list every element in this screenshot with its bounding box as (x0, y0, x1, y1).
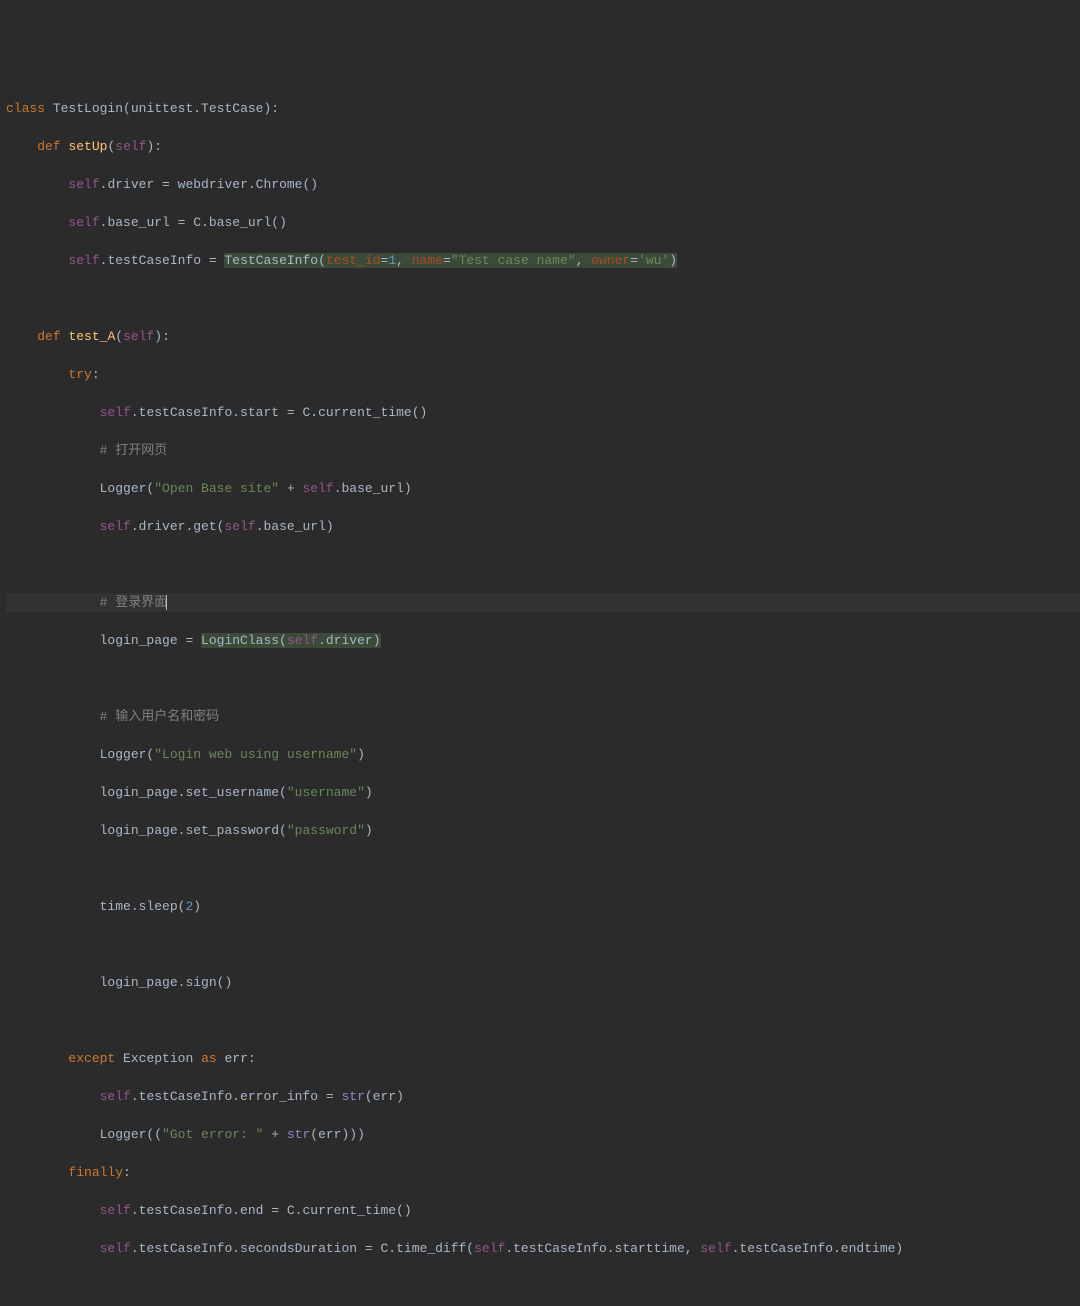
code-line[interactable] (6, 1277, 1080, 1296)
code-line[interactable] (6, 669, 1080, 688)
code-line[interactable]: except Exception as err: (6, 1049, 1080, 1068)
code-line[interactable]: Logger("Login web using username") (6, 745, 1080, 764)
code-line[interactable]: # 打开网页 (6, 441, 1080, 460)
code-editor[interactable]: class TestLogin(unittest.TestCase): def … (0, 76, 1080, 1306)
code-line[interactable] (6, 1011, 1080, 1030)
code-line[interactable]: Logger("Open Base site" + self.base_url) (6, 479, 1080, 498)
code-line[interactable] (6, 859, 1080, 878)
text-cursor (166, 595, 167, 610)
code-line[interactable]: login_page.set_password("password") (6, 821, 1080, 840)
code-line[interactable]: self.driver.get(self.base_url) (6, 517, 1080, 536)
code-line[interactable]: time.sleep(2) (6, 897, 1080, 916)
code-line[interactable]: self.testCaseInfo.error_info = str(err) (6, 1087, 1080, 1106)
code-line[interactable]: self.driver = webdriver.Chrome() (6, 175, 1080, 194)
code-line[interactable] (6, 555, 1080, 574)
code-line[interactable]: login_page = LoginClass(self.driver) (6, 631, 1080, 650)
code-line[interactable]: login_page.set_username("username") (6, 783, 1080, 802)
code-line[interactable]: Logger(("Got error: " + str(err))) (6, 1125, 1080, 1144)
code-line[interactable]: login_page.sign() (6, 973, 1080, 992)
code-line[interactable]: self.testCaseInfo.end = C.current_time() (6, 1201, 1080, 1220)
code-line[interactable]: # 输入用户名和密码 (6, 707, 1080, 726)
code-line[interactable] (6, 289, 1080, 308)
code-line[interactable]: class TestLogin(unittest.TestCase): (6, 99, 1080, 118)
code-line[interactable]: self.testCaseInfo.secondsDuration = C.ti… (6, 1239, 1080, 1258)
code-line[interactable]: def setUp(self): (6, 137, 1080, 156)
code-line[interactable]: finally: (6, 1163, 1080, 1182)
code-line[interactable]: self.testCaseInfo = TestCaseInfo(test_id… (6, 251, 1080, 270)
code-line[interactable]: def test_A(self): (6, 327, 1080, 346)
code-line[interactable]: self.base_url = C.base_url() (6, 213, 1080, 232)
code-line[interactable]: try: (6, 365, 1080, 384)
code-line[interactable]: self.testCaseInfo.start = C.current_time… (6, 403, 1080, 422)
code-line[interactable] (6, 935, 1080, 954)
code-line-active[interactable]: # 登录界面 (6, 593, 1080, 612)
